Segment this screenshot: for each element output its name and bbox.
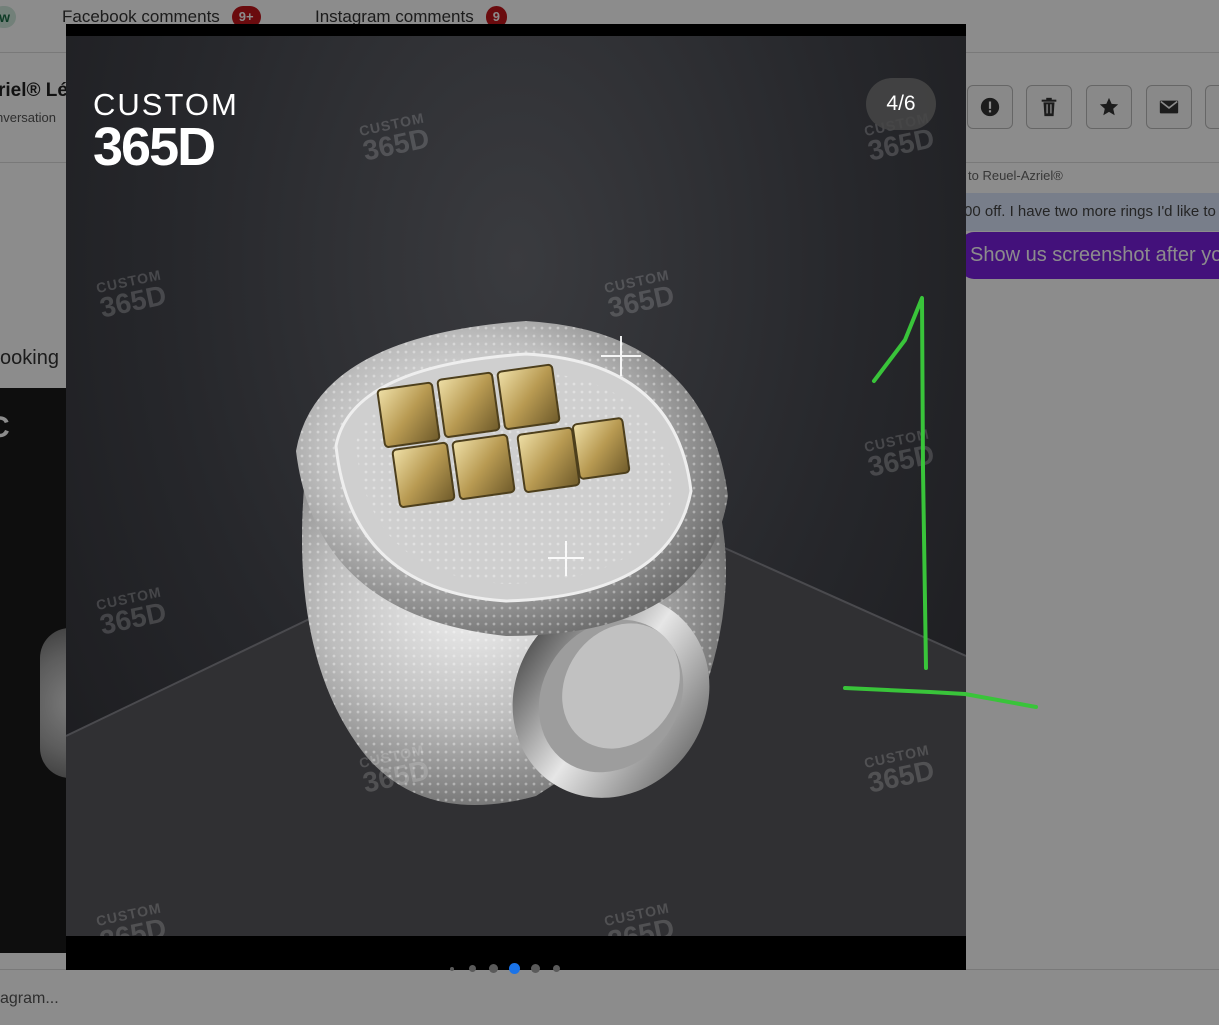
ring-photo: CUSTOM365D CUSTOM365D CUSTOM365D CUSTOM3… [66, 36, 966, 936]
image-counter: 4/6 [866, 78, 936, 130]
image-viewer: CUSTOM365D CUSTOM365D CUSTOM365D CUSTOM3… [66, 24, 966, 974]
carousel-dot[interactable] [489, 964, 498, 973]
carousel-dot[interactable] [469, 965, 476, 972]
logo-bottom-text: 365D [93, 117, 216, 177]
carousel-dot[interactable] [449, 966, 454, 971]
carousel-dots [446, 963, 586, 975]
carousel-dot[interactable] [531, 964, 540, 973]
carousel-dot[interactable] [509, 963, 520, 974]
carousel-dot[interactable] [553, 965, 560, 972]
logo-top-text: CUSTOM [93, 87, 239, 122]
brand-logo: CUSTOM 365D [93, 87, 239, 177]
